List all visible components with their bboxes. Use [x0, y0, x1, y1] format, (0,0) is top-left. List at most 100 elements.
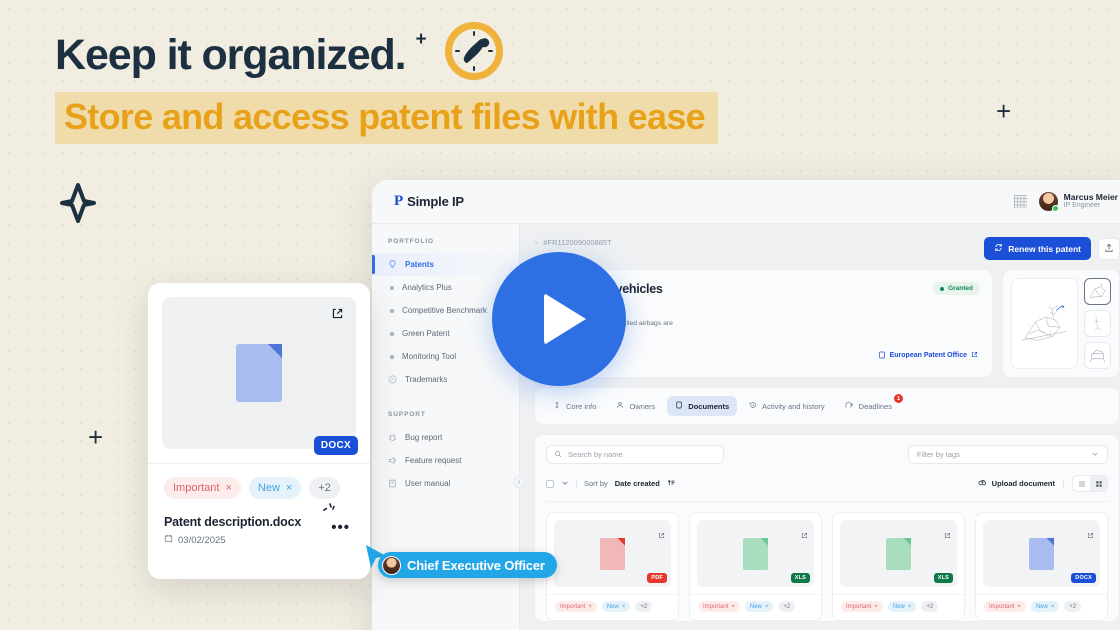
plus-decoration-icon: + [415, 29, 427, 50]
sort-icon[interactable] [667, 479, 675, 489]
document-tag-new[interactable]: New × [744, 601, 774, 612]
dot-icon [390, 285, 394, 290]
chevron-down-icon[interactable] [561, 479, 569, 489]
book-icon [388, 479, 397, 488]
document-card[interactable]: XLS Important × New × +2 [689, 512, 822, 621]
play-video-button[interactable] [492, 252, 626, 386]
upload-document-button[interactable]: Upload document [978, 478, 1055, 489]
share-upload-button[interactable] [1098, 237, 1120, 260]
sidebar-item-patents[interactable]: Patents [372, 253, 519, 276]
tag-label: New [1035, 603, 1048, 610]
external-link-icon[interactable] [331, 307, 344, 325]
close-icon[interactable]: × [765, 604, 769, 610]
tag-label: New [606, 603, 619, 610]
epo-link-label: European Patent Office [889, 352, 967, 360]
document-tag-more[interactable]: +2 [1064, 601, 1082, 612]
drawing-thumbnail-1[interactable] [1084, 278, 1111, 305]
document-card[interactable]: DOCX Important × New × +2 [975, 512, 1108, 621]
tag-label: New [749, 603, 762, 610]
document-tag-new[interactable]: New × [1030, 601, 1060, 612]
external-link-icon[interactable] [801, 526, 808, 544]
drawing-thumbnail-3[interactable] [1084, 342, 1111, 369]
logo-mark-icon: P [394, 193, 404, 209]
avatar [1038, 192, 1059, 212]
document-tag-important[interactable]: Important × [841, 601, 883, 612]
tab-core-info[interactable]: Core info [545, 396, 604, 416]
search-input[interactable]: Search by name [546, 445, 724, 464]
close-icon[interactable]: × [1017, 604, 1021, 610]
sidebar-item-trademarks[interactable]: R Trademarks [372, 368, 519, 391]
sidebar-item-monitoring-tool[interactable]: Monitoring Tool [372, 345, 519, 368]
close-icon[interactable]: × [1051, 604, 1055, 610]
external-link-icon[interactable] [944, 526, 951, 544]
document-date-label: 03/02/2025 [178, 534, 226, 546]
tab-documents[interactable]: Documents [667, 396, 738, 416]
list-view-icon[interactable] [1073, 476, 1090, 491]
document-tag-more[interactable]: +2 [635, 601, 653, 612]
close-icon[interactable]: × [908, 604, 912, 610]
sidebar-item-label: User manual [405, 479, 451, 488]
close-icon[interactable]: × [588, 604, 592, 610]
collaborator-role-label: Chief Executive Officer [407, 557, 545, 573]
dot-icon [390, 308, 394, 313]
sort-value[interactable]: Date created [615, 479, 660, 488]
drawing-thumbnail-2[interactable] [1084, 310, 1111, 337]
document-tag-important[interactable]: Important × [984, 601, 1026, 612]
tab-deadlines[interactable]: Deadlines 1 [837, 394, 904, 416]
document-card[interactable]: XLS Important × New × +2 [832, 512, 965, 621]
breadcrumb-patent-id[interactable]: #FR112009000885T [543, 238, 611, 247]
sidebar-item-bug-report[interactable]: Bug report [372, 426, 519, 449]
user-menu[interactable]: Marcus Meier IP Engineer [1038, 191, 1118, 212]
sidebar-section-support: SUPPORT [388, 411, 426, 418]
document-tag-new[interactable]: New × [601, 601, 631, 612]
sidebar-item-label: Bug report [405, 433, 443, 442]
file-extension-badge: DOCX [1070, 568, 1096, 583]
sidebar-item-user-manual[interactable]: User manual [372, 472, 519, 495]
document-tag-more[interactable]: +2 [921, 601, 939, 612]
apps-grid-icon[interactable] [1013, 195, 1027, 208]
sidebar-section-portfolio: PORTFOLIO [388, 238, 435, 245]
external-link-icon[interactable] [658, 526, 665, 544]
document-tag-more[interactable]: +2 [309, 477, 340, 499]
megaphone-icon [388, 456, 397, 465]
close-icon[interactable]: × [731, 604, 735, 610]
plus-decoration-icon: + [88, 422, 104, 452]
close-icon[interactable]: × [874, 604, 878, 610]
collaborator-cursor-badge: Chief Executive Officer [378, 552, 557, 578]
floating-document-card[interactable]: DOCX Important × New × +2 Patent descrip… [148, 283, 370, 579]
history-icon [749, 401, 757, 411]
document-tag-new[interactable]: New × [248, 477, 302, 499]
sidebar-item-label: Patents [405, 260, 434, 269]
divider [1063, 478, 1064, 489]
file-extension-badge: DOCX [313, 425, 358, 455]
renew-patent-button[interactable]: Renew this patent [984, 237, 1091, 260]
tab-owners[interactable]: Owners [608, 396, 663, 416]
tab-activity-and-history[interactable]: Activity and history [741, 396, 833, 416]
patent-drawing-main[interactable] [1011, 278, 1078, 369]
document-tag-important[interactable]: Important × [698, 601, 740, 612]
tag-filter-select[interactable]: Filter by tags [908, 445, 1108, 464]
close-icon[interactable]: × [286, 482, 292, 494]
file-icon [743, 537, 768, 570]
dot-icon [390, 354, 394, 359]
close-icon[interactable]: × [225, 482, 231, 494]
more-dots-icon[interactable]: ••• [331, 520, 350, 535]
european-patent-office-link[interactable]: European Patent Office [878, 351, 978, 361]
document-tag-more[interactable]: +2 [778, 601, 796, 612]
document-preview: PDF [554, 520, 671, 587]
select-all-checkbox[interactable] [546, 479, 554, 488]
status-badge-label: Granted [948, 285, 973, 292]
external-link-icon[interactable] [1087, 526, 1094, 544]
document-card[interactable]: PDF Important × New × +2 [546, 512, 679, 621]
bug-icon [388, 433, 397, 442]
document-tag-new[interactable]: New × [887, 601, 917, 612]
grid-view-icon[interactable] [1090, 476, 1107, 491]
user-name: Marcus Meier [1063, 191, 1118, 202]
sidebar-item-label: Feature request [405, 456, 462, 465]
document-tag-important[interactable]: Important × [555, 601, 597, 612]
search-icon [554, 450, 562, 460]
sidebar-item-feature-request[interactable]: Feature request [372, 449, 519, 472]
app-logo[interactable]: P Simple IP [394, 193, 464, 210]
close-icon[interactable]: × [622, 604, 626, 610]
document-tag-important[interactable]: Important × [164, 477, 241, 499]
